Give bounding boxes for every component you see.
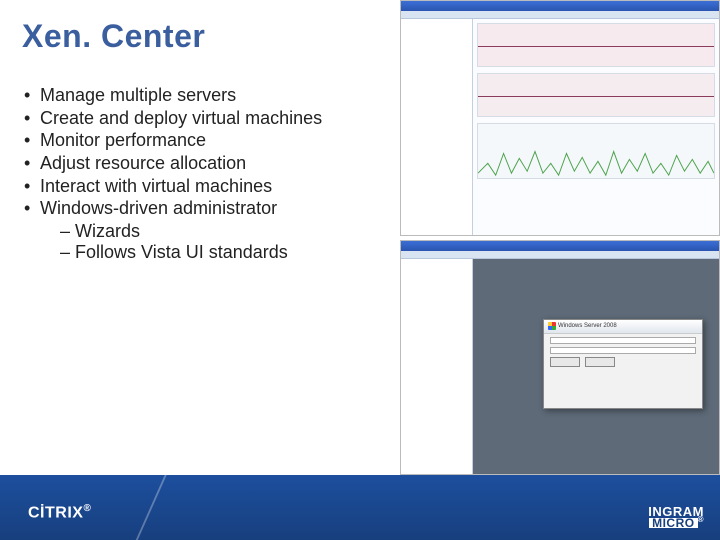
console-panel: Windows Server 2008 [473, 259, 719, 475]
cpu-chart [477, 23, 715, 67]
trademark-icon: ® [698, 515, 704, 524]
bullet-item: Create and deploy virtual machines [22, 108, 372, 129]
tree-view [401, 259, 472, 268]
screenshot-column: Windows Server 2008 [400, 0, 720, 475]
window-titlebar [401, 1, 719, 11]
bullet-item: Manage multiple servers [22, 85, 372, 106]
footer-bar: CİTRIX® INGRAM MICRO® [0, 475, 720, 540]
dialog-button [550, 357, 580, 367]
sub-bullet-item: Follows Vista UI standards [60, 242, 372, 263]
dialog-body [544, 334, 702, 371]
screenshot-console: Windows Server 2008 [400, 240, 720, 476]
window-titlebar [401, 241, 719, 251]
screenshot-performance [400, 0, 720, 236]
footer-divider [134, 473, 167, 540]
windows-flag-icon [548, 322, 556, 330]
tree-sidebar [401, 259, 473, 475]
ingram-micro-logo: INGRAM MICRO® [648, 506, 704, 528]
bullet-item: Windows-driven administrator [22, 198, 372, 219]
charts-panel [473, 19, 719, 235]
slide-title: Xen. Center [22, 18, 205, 55]
bullet-list: Manage multiple servers Create and deplo… [22, 85, 372, 263]
trademark-icon: ® [83, 503, 91, 514]
memory-chart [477, 73, 715, 117]
citrix-logo-text: CİTRIX [28, 504, 83, 521]
bullet-item: Adjust resource allocation [22, 153, 372, 174]
tree-sidebar [401, 19, 473, 235]
dialog-field [550, 347, 696, 354]
dialog-titlebar: Windows Server 2008 [544, 320, 702, 334]
bullet-item: Interact with virtual machines [22, 176, 372, 197]
windows-dialog: Windows Server 2008 [543, 319, 703, 409]
sub-bullet-item: Wizards [60, 221, 372, 242]
slide: Xen. Center Manage multiple servers Crea… [0, 0, 720, 540]
network-chart [477, 123, 715, 179]
ingram-logo-bottom: MICRO [649, 518, 698, 528]
citrix-logo: CİTRIX® [28, 503, 91, 522]
window-toolbar [401, 11, 719, 19]
window-toolbar [401, 251, 719, 259]
dialog-button [585, 357, 615, 367]
dialog-field [550, 337, 696, 344]
bullet-item: Monitor performance [22, 130, 372, 151]
tree-view [401, 19, 472, 28]
dialog-title-text: Windows Server 2008 [558, 323, 617, 329]
